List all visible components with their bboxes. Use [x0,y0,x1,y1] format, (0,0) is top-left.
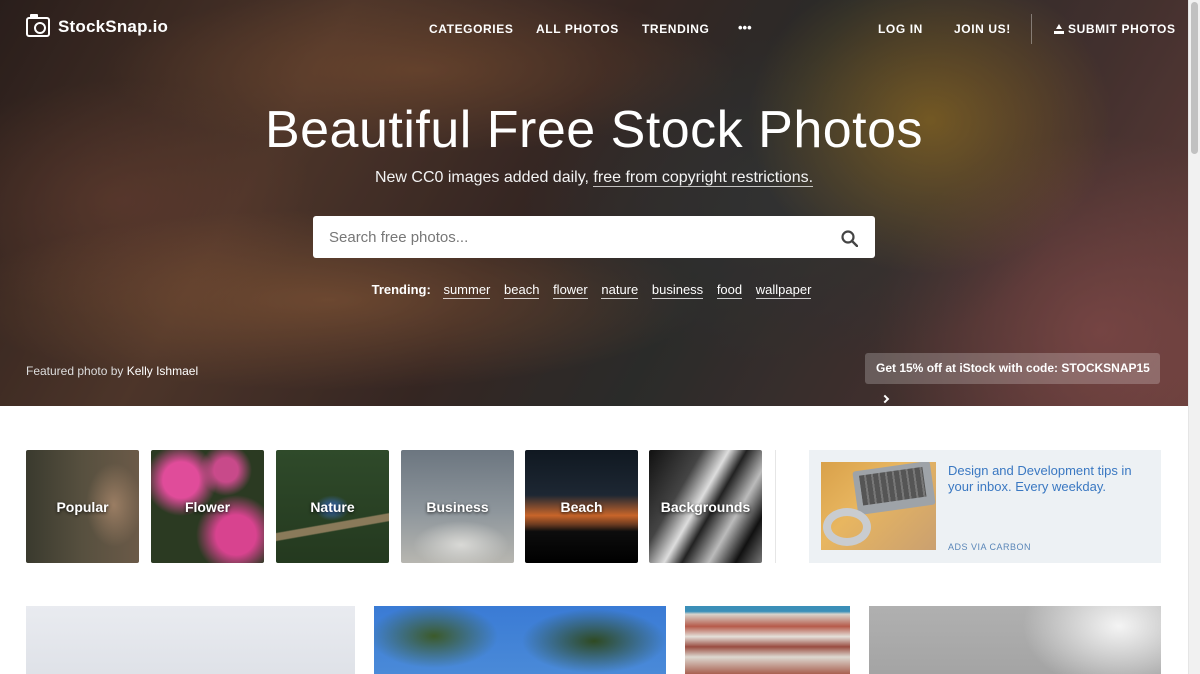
category-business[interactable]: Business [401,450,514,563]
category-backgrounds[interactable]: Backgrounds [649,450,762,563]
category-label: Business [426,498,489,515]
trending-tag[interactable]: flower [553,282,588,299]
trending-tag[interactable]: business [651,282,704,299]
category-nature[interactable]: Nature [276,450,389,563]
search-icon[interactable] [841,230,858,247]
nav-categories[interactable]: CATEGORIES [429,22,513,36]
category-label: Beach [560,498,603,515]
carbon-ad[interactable]: Design and Development tips in your inbo… [809,450,1161,563]
ads-via-carbon-link[interactable]: ADS VIA CARBON [948,542,1031,552]
photo-thumbnail[interactable] [869,606,1161,674]
trending-bar: Trending: summer beach flower nature bus… [0,282,1188,299]
ad-image[interactable] [821,462,936,550]
hero-title: Beautiful Free Stock Photos [264,101,924,159]
featured-credit: Featured photo by Kelly Ishmael [26,364,198,378]
headphones-icon [823,508,871,546]
photo-thumbnail[interactable] [374,606,666,674]
nav-trending[interactable]: TRENDING [642,22,709,36]
nav-divider [1031,14,1032,44]
submit-label: SUBMIT PHOTOS [1068,22,1176,36]
brand-logo[interactable]: StockSnap.io [26,14,169,37]
subtitle-text: New CC0 images added daily, [374,169,594,186]
trending-tag[interactable]: wallpaper [755,282,812,299]
nav-more-button[interactable]: ••• [738,20,752,35]
category-beach[interactable]: Beach [525,450,638,563]
ad-text-link[interactable]: Design and Development tips in your inbo… [948,463,1148,495]
nav-all-photos[interactable]: ALL PHOTOS [536,22,619,36]
copyright-link[interactable]: free from copyright restrictions. [593,169,814,187]
nav-submit-photos[interactable]: SUBMIT PHOTOS [1054,22,1176,36]
category-popular[interactable]: Popular [26,450,139,563]
hero-section: StockSnap.io CATEGORIES ALL PHOTOS TREND… [0,0,1188,406]
hero-overlay [0,0,1188,406]
nav-login[interactable]: LOG IN [878,22,923,36]
promo-label: Get 15% off at iStock with code: STOCKSN… [876,361,1150,375]
trending-tag[interactable]: summer [443,282,491,299]
category-flower[interactable]: Flower [151,450,264,563]
category-label: Popular [56,498,109,515]
scrollbar-thumb[interactable] [1191,2,1198,154]
category-label: Nature [310,498,355,515]
scrollbar[interactable] [1188,0,1200,674]
featured-prefix: Featured photo by [26,364,124,378]
search-input[interactable] [329,227,829,247]
brand-name: StockSnap.io [58,17,169,36]
istock-promo-button[interactable]: Get 15% off at iStock with code: STOCKSN… [865,353,1160,404]
featured-author-link[interactable]: Kelly Ishmael [127,364,198,378]
chevron-right-icon [880,394,890,404]
category-label: Backgrounds [660,498,751,515]
upload-icon [1054,24,1064,34]
nav-join[interactable]: JOIN US! [954,22,1011,36]
photo-thumbnail[interactable] [685,606,850,674]
trending-label: Trending: [371,282,431,297]
category-label: Flower [184,498,231,515]
section-divider [775,450,776,563]
laptop-icon [852,462,936,516]
trending-tag[interactable]: nature [601,282,639,299]
camera-icon [26,14,50,37]
trending-tag[interactable]: beach [504,282,540,299]
hero-subtitle: New CC0 images added daily, free from co… [0,169,1188,187]
top-nav: StockSnap.io CATEGORIES ALL PHOTOS TREND… [0,0,1188,58]
trending-tag[interactable]: food [716,282,743,299]
photo-thumbnail[interactable] [26,606,355,674]
search-box [313,216,875,258]
